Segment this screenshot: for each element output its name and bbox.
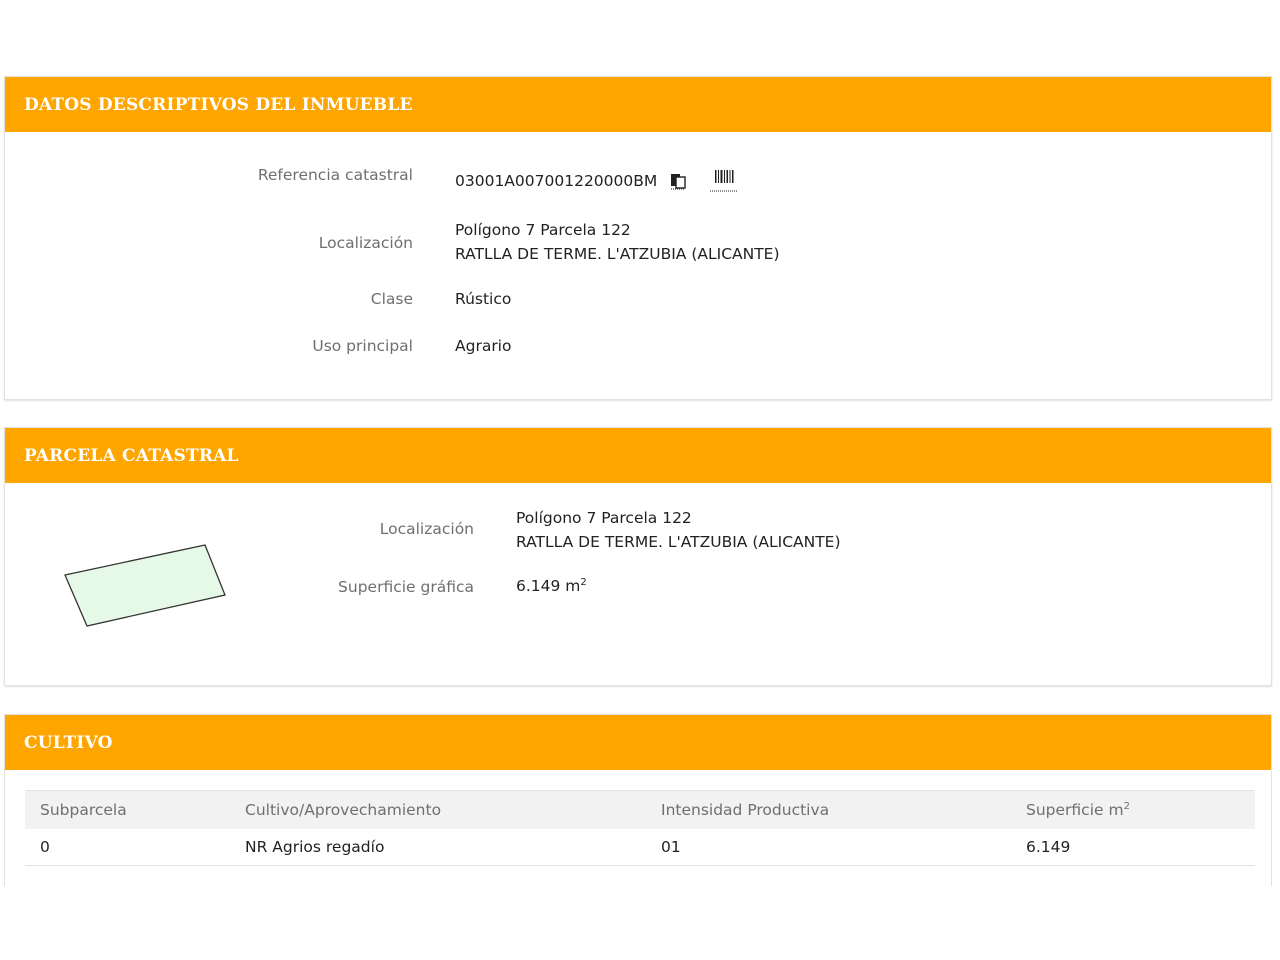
uso-principal-label: Uso principal [312, 337, 413, 355]
superficie-grafica-label: Superficie gráfica [338, 578, 474, 596]
localizacion-label: Localización [318, 234, 413, 252]
header-intensidad: Intensidad Productiva [646, 790, 1011, 829]
referencia-catastral-text: 03001A007001220000BM [455, 172, 658, 190]
datos-descriptivos-header: DATOS DESCRIPTIVOS DEL INMUEBLE [5, 77, 1271, 132]
cultivo-panel: CULTIVO Subparcela Cultivo/Aprovechamien… [4, 714, 1272, 886]
header-superficie: Superficie m2 [1011, 790, 1255, 829]
cultivo-header: CULTIVO [5, 715, 1271, 770]
superficie-grafica-value: 6.149 m2 [516, 577, 587, 595]
superficie-grafica-text: 6.149 m [516, 577, 581, 596]
header-subparcela: Subparcela [25, 790, 230, 829]
localizacion-line1: Polígono 7 Parcela 122 [455, 221, 631, 239]
parcela-catastral-header: PARCELA CATASTRAL [5, 428, 1271, 483]
barcode-icon[interactable] [709, 169, 739, 193]
clase-label: Clase [370, 290, 413, 308]
copy-icon[interactable] [670, 172, 688, 190]
header-superficie-text: Superficie m [1026, 801, 1124, 820]
parcela-localizacion-line1: Polígono 7 Parcela 122 [516, 509, 692, 527]
datos-descriptivos-panel: DATOS DESCRIPTIVOS DEL INMUEBLE Referenc… [4, 76, 1272, 400]
localizacion-value: Polígono 7 Parcela 122 RATLLA DE TERME. … [455, 218, 780, 266]
cell-superficie: 6.149 [1011, 829, 1255, 866]
parcel-shape[interactable] [60, 538, 240, 633]
referencia-catastral-value: 03001A007001220000BM [455, 172, 657, 190]
header-superficie-exp: 2 [1123, 800, 1130, 812]
uso-principal-value: Agrario [455, 337, 512, 355]
parcela-localizacion-value: Polígono 7 Parcela 122 RATLLA DE TERME. … [516, 506, 841, 554]
clase-value: Rústico [455, 290, 512, 308]
parcela-localizacion-label: Localización [379, 520, 474, 538]
cell-cultivo: NR Agrios regadío [230, 829, 646, 866]
table-row: 0 NR Agrios regadío 01 6.149 [25, 829, 1255, 866]
header-cultivo: Cultivo/Aprovechamiento [230, 790, 646, 829]
localizacion-line2: RATLLA DE TERME. L'ATZUBIA (ALICANTE) [455, 245, 780, 263]
parcela-catastral-panel: PARCELA CATASTRAL Localización Polígono … [4, 427, 1272, 686]
parcela-localizacion-line2: RATLLA DE TERME. L'ATZUBIA (ALICANTE) [516, 533, 841, 551]
cell-subparcela: 0 [25, 829, 230, 866]
cell-intensidad: 01 [646, 829, 1011, 866]
table-header-row: Subparcela Cultivo/Aprovechamiento Inten… [25, 790, 1255, 829]
referencia-catastral-label: Referencia catastral [257, 166, 413, 184]
superficie-grafica-exp: 2 [580, 577, 587, 588]
cultivo-table: Subparcela Cultivo/Aprovechamiento Inten… [25, 790, 1255, 866]
